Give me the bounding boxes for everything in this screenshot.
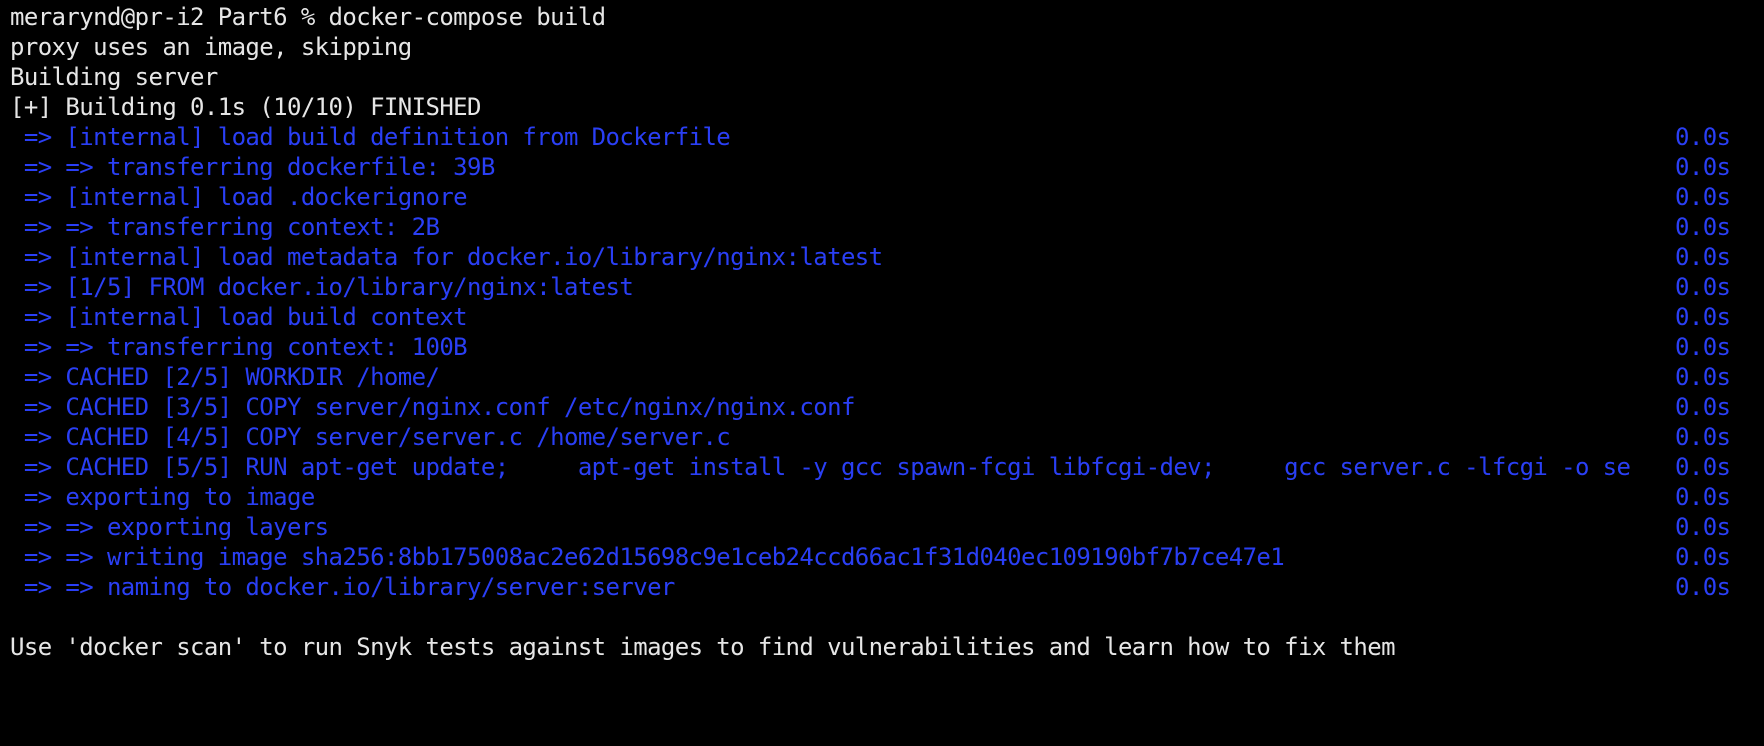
snyk-hint-line: Use 'docker scan' to run Snyk tests agai… bbox=[10, 633, 1396, 661]
build-step-time: 0.0s bbox=[1675, 123, 1731, 151]
build-step-time: 0.0s bbox=[1675, 243, 1731, 271]
build-step-line: => => transferring context: 2B bbox=[10, 213, 440, 241]
build-step-line: => [internal] load metadata for docker.i… bbox=[10, 243, 883, 271]
build-step-time: 0.0s bbox=[1675, 213, 1731, 241]
build-step-line: => => transferring context: 100B bbox=[10, 333, 468, 361]
build-step-time: 0.0s bbox=[1675, 423, 1731, 451]
build-step-line: => [internal] load build definition from… bbox=[10, 123, 731, 151]
build-step-time: 0.0s bbox=[1675, 483, 1731, 511]
build-step-line: => CACHED [2/5] WORKDIR /home/ bbox=[10, 363, 440, 391]
build-step-time: 0.0s bbox=[1675, 153, 1731, 181]
build-step-time: 0.0s bbox=[1675, 453, 1731, 481]
build-step-time: 0.0s bbox=[1675, 393, 1731, 421]
build-status-line: [+] Building 0.1s (10/10) FINISHED bbox=[10, 93, 481, 121]
build-step-time: 0.0s bbox=[1675, 303, 1731, 331]
build-step-time: 0.0s bbox=[1675, 573, 1731, 601]
build-step-line: => CACHED [3/5] COPY server/nginx.conf /… bbox=[10, 393, 856, 421]
prompt-line: merarynd@pr-i2 Part6 % docker-compose bu… bbox=[10, 3, 606, 31]
build-step-line: => CACHED [5/5] RUN apt-get update; apt-… bbox=[10, 453, 1631, 481]
build-step-time: 0.0s bbox=[1675, 333, 1731, 361]
build-step-line: => => naming to docker.io/library/server… bbox=[10, 573, 676, 601]
build-step-time: 0.0s bbox=[1675, 363, 1731, 391]
build-step-line: => => transferring dockerfile: 39B bbox=[10, 153, 495, 181]
build-step-line: => [1/5] FROM docker.io/library/nginx:la… bbox=[10, 273, 634, 301]
output-line: Building server bbox=[10, 63, 218, 91]
build-step-line: => exporting to image bbox=[10, 483, 315, 511]
build-step-line: => CACHED [4/5] COPY server/server.c /ho… bbox=[10, 423, 731, 451]
output-line: proxy uses an image, skipping bbox=[10, 33, 412, 61]
build-step-time: 0.0s bbox=[1675, 183, 1731, 211]
build-step-time: 0.0s bbox=[1675, 273, 1731, 301]
terminal-window[interactable]: merarynd@pr-i2 Part6 % docker-compose bu… bbox=[0, 0, 1764, 746]
build-step-line: => => exporting layers bbox=[10, 513, 329, 541]
build-step-line: => => writing image sha256:8bb175008ac2e… bbox=[10, 543, 1285, 571]
build-step-line: => [internal] load .dockerignore bbox=[10, 183, 468, 211]
build-step-time: 0.0s bbox=[1675, 543, 1731, 571]
build-step-line: => [internal] load build context bbox=[10, 303, 468, 331]
build-step-time: 0.0s bbox=[1675, 513, 1731, 541]
